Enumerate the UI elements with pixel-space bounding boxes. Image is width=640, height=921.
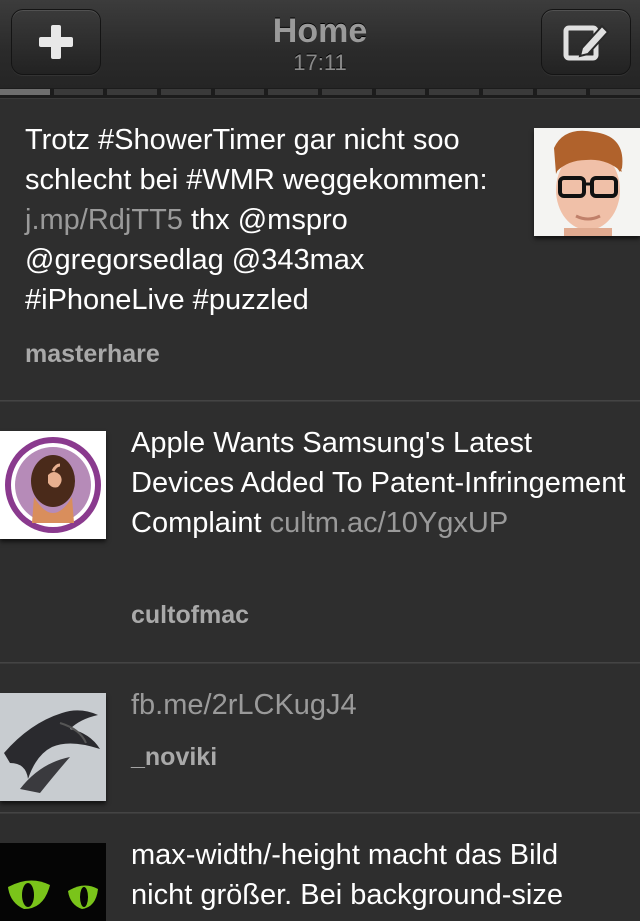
- tweet-link[interactable]: fb.me/2rLCKugJ4: [131, 689, 357, 721]
- tweet-text: fb.me/2rLCKugJ4: [131, 685, 626, 725]
- page-indicator-segment: [214, 89, 265, 95]
- avatar[interactable]: [0, 843, 106, 921]
- page-indicator-segment: [161, 89, 211, 95]
- tweet-text: max-width/-height macht das Bild nicht g…: [131, 835, 626, 915]
- tweet-link[interactable]: j.mp/RdjTT5: [25, 204, 183, 236]
- page-indicator-segment: [0, 89, 50, 95]
- page-indicator-segment: [107, 89, 158, 95]
- tweet-text-body: max-width/-height macht das Bild nicht g…: [131, 839, 563, 911]
- page-indicator-segment: [268, 89, 319, 95]
- add-account-button[interactable]: [11, 9, 101, 75]
- avatar[interactable]: [0, 693, 106, 801]
- page-title: Home: [272, 12, 368, 50]
- tweet-link[interactable]: cultm.ac/10YgxUP: [270, 507, 509, 539]
- page-indicator-segment: [375, 89, 426, 95]
- avatar-bird-icon: [0, 693, 106, 801]
- page-indicator-segment: [483, 89, 533, 95]
- tweet-text-body: Trotz #ShowerTimer gar nicht soo schlech…: [25, 124, 488, 196]
- compose-icon: [563, 24, 610, 61]
- page-indicator: [0, 88, 640, 98]
- avatar-photo-icon: [534, 128, 640, 236]
- avatar[interactable]: [534, 128, 640, 236]
- avatar[interactable]: [0, 431, 106, 539]
- tweet-cell[interactable]: Trotz #ShowerTimer gar nicht soo schlech…: [0, 98, 640, 400]
- page-indicator-segment: [322, 89, 372, 95]
- avatar-apple-head-icon: [0, 431, 106, 539]
- tweet-text: Trotz #ShowerTimer gar nicht soo schlech…: [25, 120, 525, 320]
- tweet-author[interactable]: cultofmac: [131, 601, 249, 630]
- header-title-block: Home 17:11: [170, 12, 470, 76]
- compose-button[interactable]: [541, 9, 631, 75]
- avatar-cat-eyes-icon: [0, 843, 106, 921]
- page-indicator-segment: [536, 89, 587, 95]
- page-indicator-segment: [590, 89, 640, 95]
- tweet-cell[interactable]: max-width/-height macht das Bild nicht g…: [0, 812, 640, 921]
- plus-icon: [39, 25, 73, 59]
- navigation-bar: Home 17:11: [0, 0, 640, 89]
- tweet-cell[interactable]: fb.me/2rLCKugJ4 _noviki: [0, 662, 640, 813]
- page-indicator-segment: [429, 89, 480, 95]
- page-indicator-segment: [53, 89, 104, 95]
- tweet-cell[interactable]: Apple Wants Samsung's Latest Devices Add…: [0, 400, 640, 663]
- tweet-text: Apple Wants Samsung's Latest Devices Add…: [131, 423, 626, 543]
- tweet-author[interactable]: masterhare: [25, 340, 160, 369]
- tweet-author[interactable]: _noviki: [131, 743, 217, 772]
- clock-time: 17:11: [293, 50, 347, 75]
